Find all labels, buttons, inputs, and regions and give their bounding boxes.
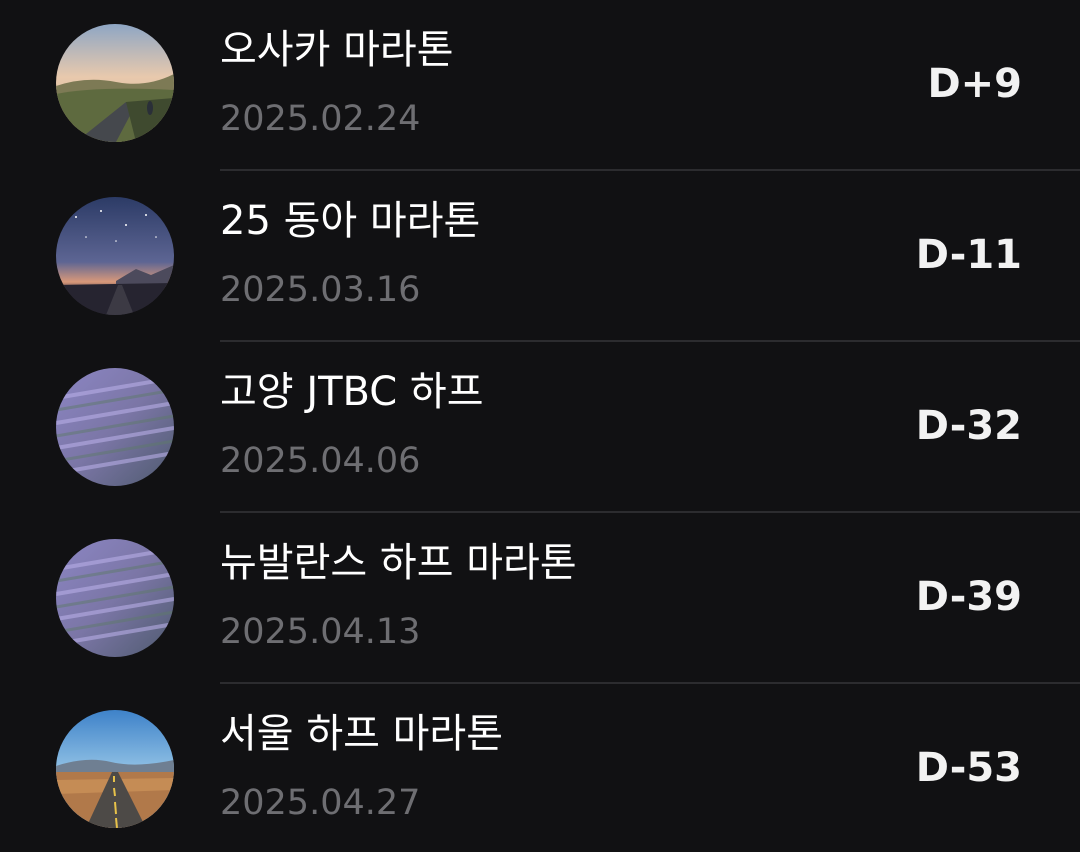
d-day-badge: D-39: [915, 574, 1022, 620]
d-day-badge: D-32: [915, 403, 1022, 449]
race-item[interactable]: 25 동아 마라톤 2025.03.16 D-11: [0, 171, 1080, 342]
race-item[interactable]: 뉴발란스 하프 마라톤 2025.04.13 D-39: [0, 513, 1080, 684]
lavender-field-image: [56, 368, 174, 486]
d-day-badge: D-53: [915, 745, 1022, 791]
race-title: 서울 하프 마라톤: [220, 711, 504, 757]
race-item[interactable]: 오사카 마라톤 2025.02.24 D+9: [0, 0, 1080, 171]
race-title: 고양 JTBC 하프: [220, 369, 484, 415]
lavender-field-image: [56, 539, 174, 657]
race-date: 2025.02.24: [220, 99, 421, 139]
race-date: 2025.04.06: [220, 441, 421, 481]
race-date: 2025.04.13: [220, 612, 421, 652]
starry-night-road-image: [56, 197, 174, 315]
hill-road-runner-image: [56, 24, 174, 142]
race-date: 2025.04.27: [220, 783, 421, 823]
race-title: 오사카 마라톤: [220, 27, 454, 73]
race-item[interactable]: 서울 하프 마라톤 2025.04.27 D-53: [0, 684, 1080, 852]
race-list: 오사카 마라톤 2025.02.24 D+9 25 동아 마라톤 2025.03…: [0, 0, 1080, 852]
race-title: 25 동아 마라톤: [220, 198, 481, 244]
desert-highway-image: [56, 710, 174, 828]
d-day-badge: D-11: [915, 232, 1022, 278]
race-title: 뉴발란스 하프 마라톤: [220, 540, 577, 586]
race-item[interactable]: 고양 JTBC 하프 2025.04.06 D-32: [0, 342, 1080, 513]
race-date: 2025.03.16: [220, 270, 421, 310]
d-day-badge: D+9: [927, 61, 1022, 107]
